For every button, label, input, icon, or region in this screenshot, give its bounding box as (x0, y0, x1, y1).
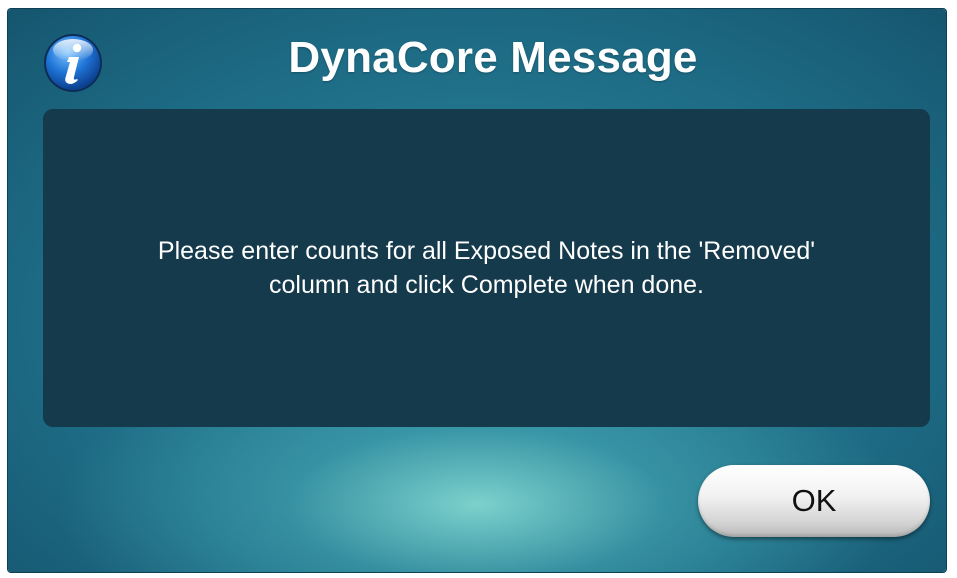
dialog-title: DynaCore Message (288, 33, 698, 82)
info-icon (44, 34, 102, 92)
message-panel: Please enter counts for all Exposed Note… (43, 109, 930, 427)
ok-button[interactable]: OK (698, 465, 930, 537)
message-dialog: DynaCore Message Please enter counts for… (8, 9, 946, 572)
message-text: Please enter counts for all Exposed Note… (157, 237, 816, 299)
